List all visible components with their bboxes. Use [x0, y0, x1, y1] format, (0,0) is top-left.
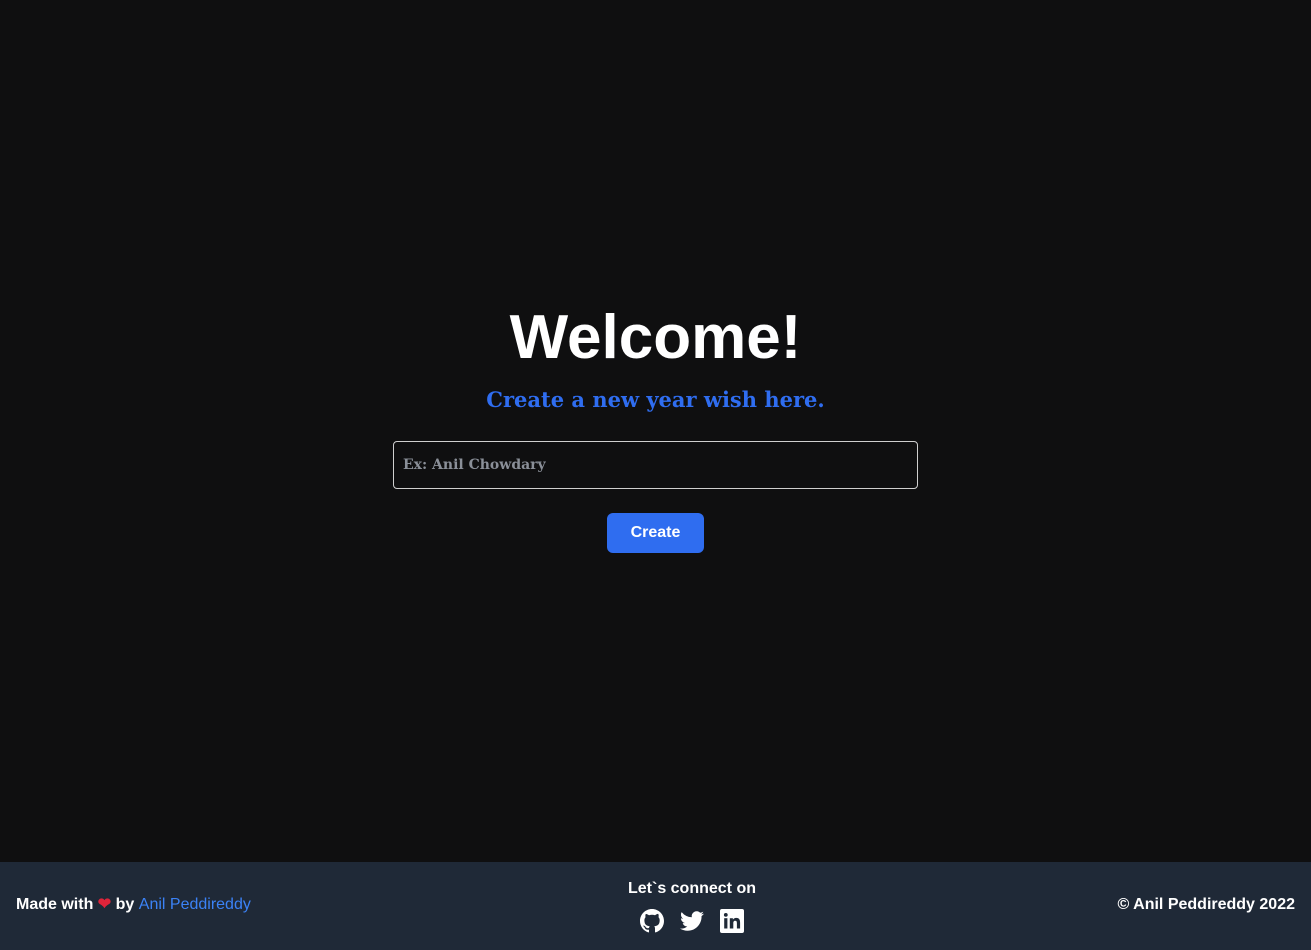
social-links	[592, 908, 792, 934]
linkedin-icon	[720, 909, 744, 933]
made-with-text: Made with	[16, 896, 94, 913]
github-icon	[640, 909, 664, 933]
main-content: Welcome! Create a new year wish here. Cr…	[0, 0, 1311, 862]
footer: Made with ❤ by Anil Peddireddy Let`s con…	[0, 862, 1311, 950]
page-subtitle: Create a new year wish here.	[486, 387, 825, 412]
twitter-icon	[680, 911, 704, 931]
page-title: Welcome!	[509, 303, 802, 372]
twitter-link[interactable]	[679, 908, 705, 934]
copyright: © Anil Peddireddy 2022	[1117, 896, 1295, 913]
heart-icon: ❤	[97, 896, 112, 913]
by-text: by	[115, 896, 135, 913]
name-input[interactable]	[393, 441, 918, 489]
create-button[interactable]: Create	[607, 513, 704, 553]
author-link[interactable]: Anil Peddireddy	[139, 896, 251, 913]
social-section: Let`s connect on	[592, 880, 792, 934]
linkedin-link[interactable]	[719, 908, 745, 934]
github-link[interactable]	[639, 908, 665, 934]
connect-label: Let`s connect on	[627, 880, 756, 897]
footer-credit: Made with ❤ by Anil Peddireddy	[16, 896, 251, 914]
